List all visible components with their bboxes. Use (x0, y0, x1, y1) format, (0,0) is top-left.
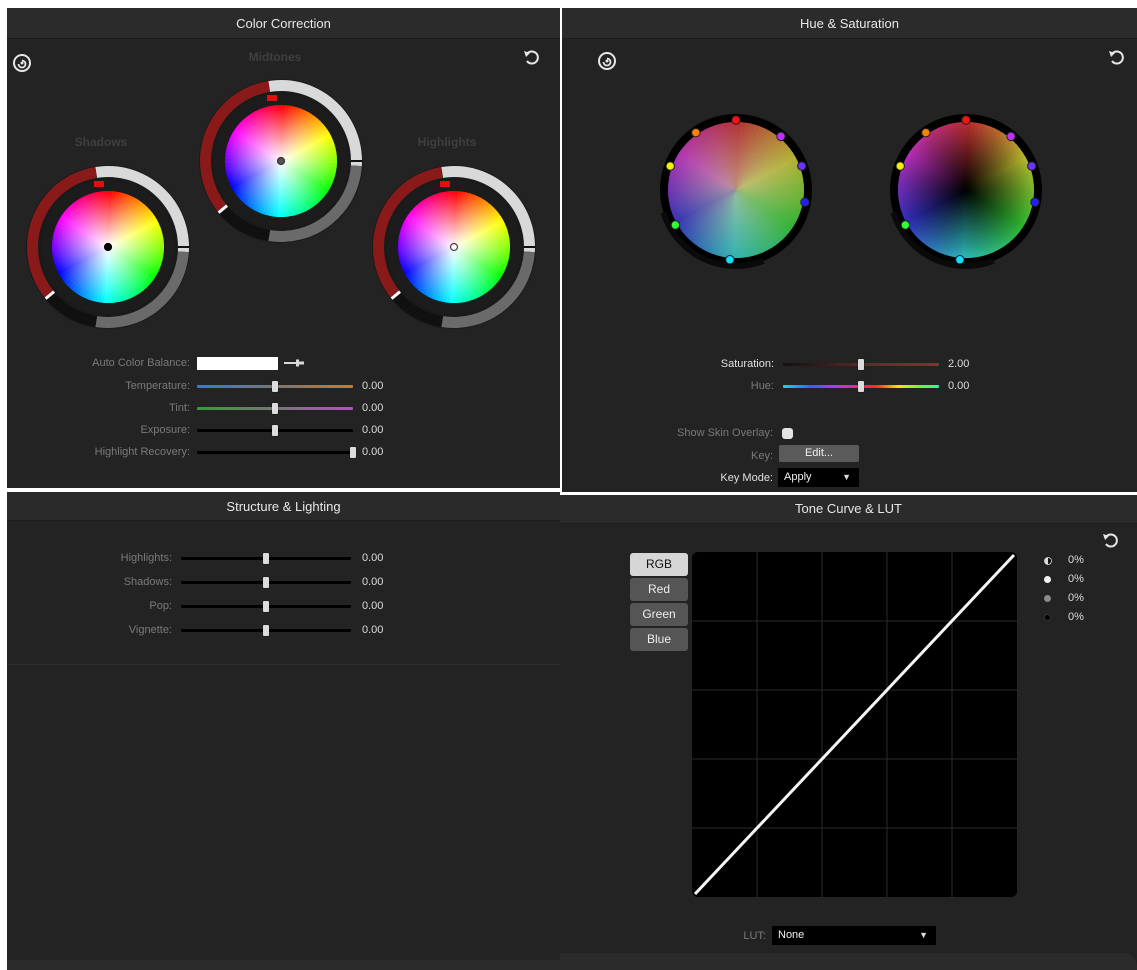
target-icon[interactable] (596, 50, 618, 72)
panel-footer-bar (560, 953, 1137, 970)
chevron-down-icon: ▼ (919, 930, 928, 940)
key-label: Key: (750, 450, 773, 462)
chevron-down-icon: ▼ (842, 472, 851, 482)
white-dot-icon (1044, 576, 1051, 583)
slider-thumb[interactable] (263, 625, 269, 636)
slider-value: 0.00 (362, 380, 384, 392)
shadows-wheel-handle (103, 242, 113, 252)
highlights-wheel (372, 165, 536, 329)
slider-label: Temperature: (125, 380, 190, 392)
slider-track[interactable] (197, 451, 353, 454)
slider-thumb[interactable] (272, 381, 278, 392)
half-circle-icon (1044, 557, 1052, 565)
hue-slider-thumb[interactable] (858, 381, 864, 392)
slider-value: 0.00 (362, 424, 384, 436)
slider-thumb[interactable] (263, 601, 269, 612)
hue-control-point (776, 131, 786, 142)
hue-control-point (731, 115, 741, 125)
channel-button-blue[interactable]: Blue (630, 628, 688, 651)
hue-control-point (670, 220, 681, 230)
tone-curve-graph[interactable] (692, 552, 1017, 897)
hue-wheel-saturation (660, 114, 812, 269)
black-dot-icon (1044, 614, 1051, 621)
hue-control-point (921, 127, 931, 138)
slider-thumb[interactable] (263, 577, 269, 588)
slider-value: 0.00 (362, 552, 384, 564)
slider-label: Highlight Recovery: (94, 446, 190, 458)
hue-control-point (797, 161, 807, 171)
slider-label: Vignette: (128, 624, 172, 636)
slider-value: 0.00 (362, 576, 384, 588)
midtones-wheel-handle (276, 156, 286, 166)
hue-control-point (1030, 197, 1040, 207)
slider-thumb[interactable] (272, 425, 278, 436)
hue-control-point (900, 220, 911, 230)
slider-label: Exposure: (140, 424, 190, 436)
hue-control-point (665, 161, 675, 171)
hue-label: Hue: (750, 380, 774, 392)
hue-wheels[interactable] (562, 88, 1137, 278)
channel-button-red[interactable]: Red (630, 578, 688, 601)
slider-value: 0.00 (362, 446, 384, 458)
reset-icon[interactable] (1100, 529, 1122, 551)
hue-control-point (800, 197, 810, 207)
channel-button-rgb[interactable]: RGB (630, 553, 688, 576)
color-correction-panel: Color Correction Midtones Shadows Highli… (7, 8, 560, 488)
lut-label: LUT: (743, 930, 766, 942)
midtones-wheel (199, 79, 363, 243)
hue-value: 0.00 (948, 380, 970, 392)
hue-control-point (1006, 131, 1016, 142)
legend-value: 0% (1068, 592, 1084, 604)
auto-color-balance-label: Auto Color Balance: (92, 357, 190, 369)
key-mode-label: Key Mode: (720, 472, 773, 484)
hue-control-point (1027, 161, 1037, 171)
hue-saturation-panel: Hue & Saturation Saturation: 2.00 Hue: 0… (562, 8, 1137, 492)
slider-value: 0.00 (362, 402, 384, 414)
lut-select[interactable]: None ▼ (772, 926, 936, 945)
slider-value: 0.00 (362, 624, 384, 636)
eyedropper-icon[interactable] (283, 356, 305, 370)
legend-value: 0% (1068, 611, 1084, 623)
hue-control-point (961, 115, 971, 125)
gray-dot-icon (1044, 595, 1051, 602)
saturation-slider-thumb[interactable] (858, 359, 864, 370)
slider-label: Pop: (149, 600, 172, 612)
structure-lighting-title: Structure & Lighting (7, 492, 560, 521)
show-skin-overlay-label: Show Skin Overlay: (677, 427, 773, 439)
key-mode-select[interactable]: Apply ▼ (778, 468, 859, 487)
panel-divider (7, 664, 560, 665)
slider-thumb[interactable] (263, 553, 269, 564)
hue-wheel-luminance (890, 114, 1042, 269)
tone-curve-panel: Tone Curve & LUT RGB Red Green Blue 0% 0% 0… (560, 495, 1137, 970)
hue-control-point (691, 127, 701, 138)
shadows-wheel (26, 165, 190, 329)
hue-control-point (725, 255, 735, 265)
key-mode-value: Apply (784, 471, 812, 483)
slider-label: Highlights: (120, 552, 172, 564)
reset-icon[interactable] (1106, 46, 1128, 68)
hue-control-point (955, 255, 965, 265)
slider-label: Shadows: (123, 576, 172, 588)
legend-value: 0% (1068, 573, 1084, 585)
hue-control-point (895, 161, 905, 171)
channel-button-green[interactable]: Green (630, 603, 688, 626)
tone-legend: 0% 0% 0% 0% (1040, 553, 1120, 633)
panel-footer-bar (7, 960, 560, 970)
saturation-value: 2.00 (948, 358, 970, 370)
color-wheels[interactable] (7, 8, 560, 338)
key-edit-button[interactable]: Edit... (779, 445, 859, 462)
slider-value: 0.00 (362, 600, 384, 612)
slider-label: Tint: (169, 402, 190, 414)
slider-thumb[interactable] (272, 403, 278, 414)
hue-saturation-title: Hue & Saturation (562, 8, 1137, 39)
auto-color-balance-swatch[interactable] (197, 357, 278, 370)
structure-lighting-panel: Structure & Lighting Highlights: 0.00 Shad… (7, 492, 560, 970)
saturation-label: Saturation: (720, 358, 774, 370)
lut-value: None (778, 929, 805, 941)
show-skin-overlay-checkbox[interactable] (782, 428, 793, 439)
tone-curve-title: Tone Curve & LUT (560, 495, 1137, 524)
slider-thumb[interactable] (350, 447, 356, 458)
legend-value: 0% (1068, 554, 1084, 566)
